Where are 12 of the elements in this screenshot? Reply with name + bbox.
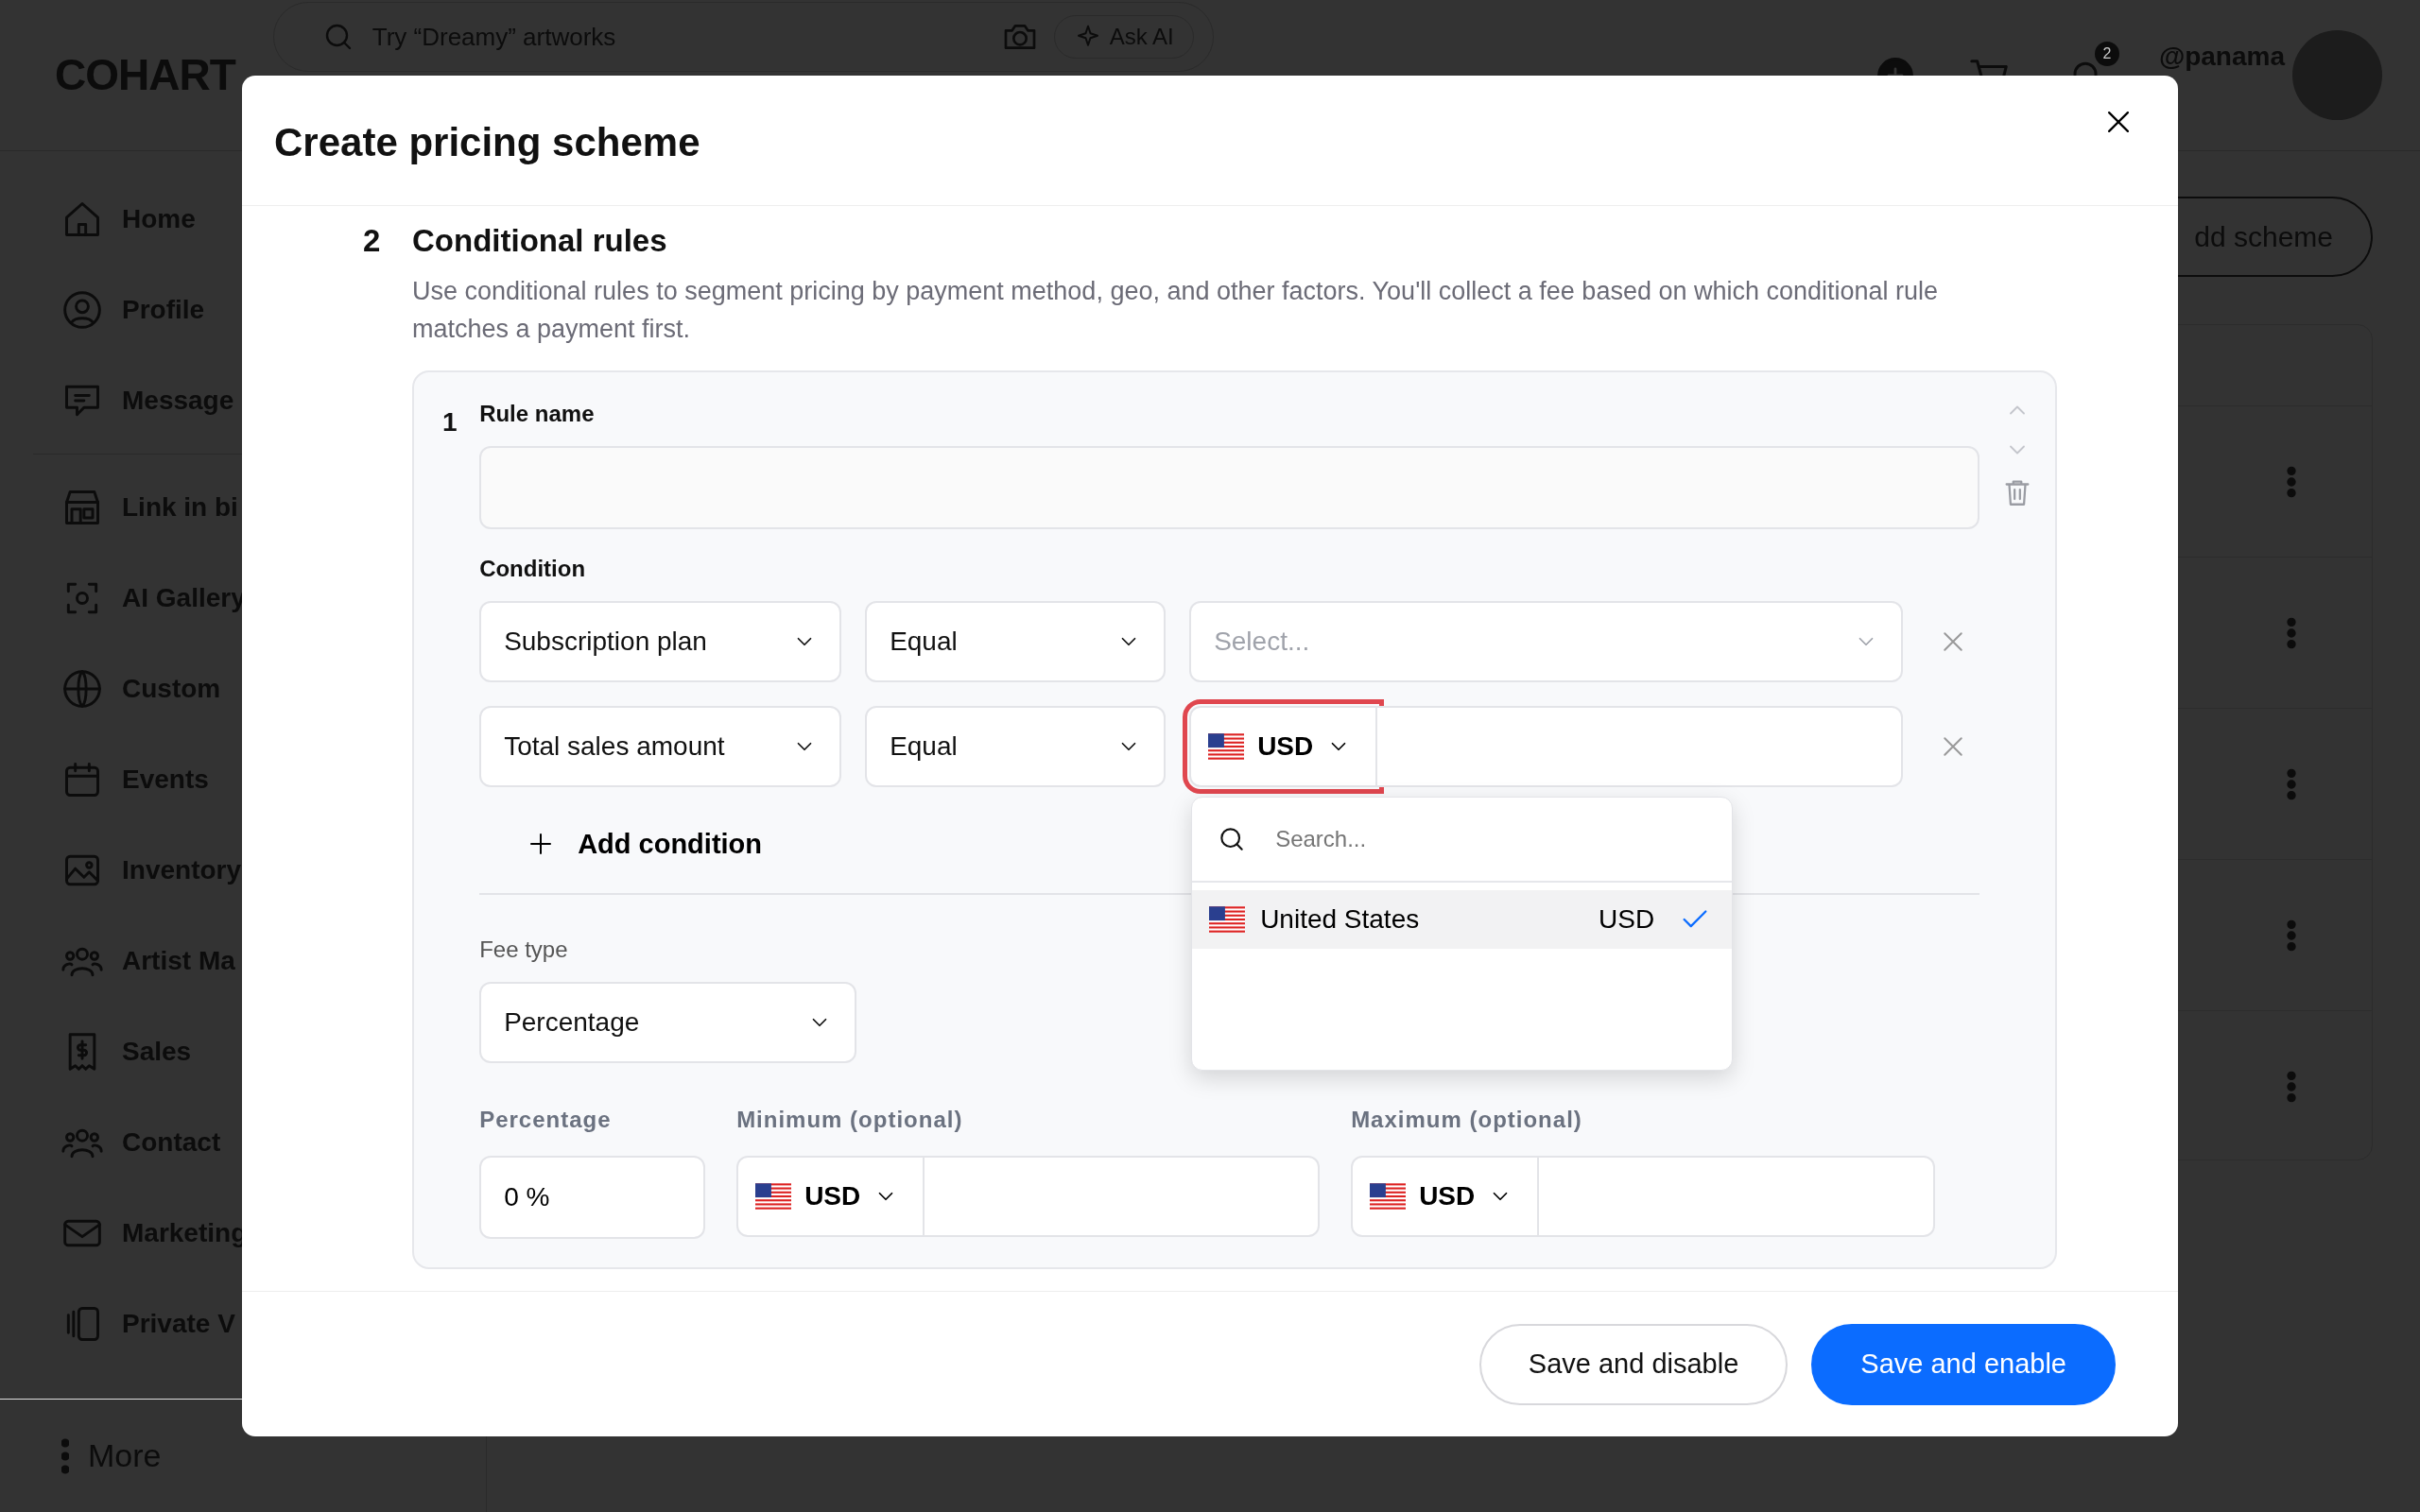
- field-label: Rule name: [479, 399, 596, 428]
- section-title: Conditional rules: [412, 222, 667, 260]
- modal-title: Create pricing scheme: [274, 119, 700, 167]
- rule-number: 1: [442, 405, 458, 438]
- field-label: Fee type: [479, 936, 569, 964]
- section-description: Use conditional rules to segment pricing by payment method, geo, and other factors. You'll collect a fee based on which conditional rule matches a payment first.: [412, 275, 1940, 345]
- field-label: Percentage: [479, 1106, 613, 1134]
- step-number: 2: [363, 222, 382, 260]
- field-label: Maximum (optional): [1351, 1106, 1583, 1134]
- field-label: Minimum (optional): [736, 1106, 964, 1134]
- notification-badge: 2: [2094, 41, 2119, 66]
- field-label: Condition: [479, 554, 587, 583]
